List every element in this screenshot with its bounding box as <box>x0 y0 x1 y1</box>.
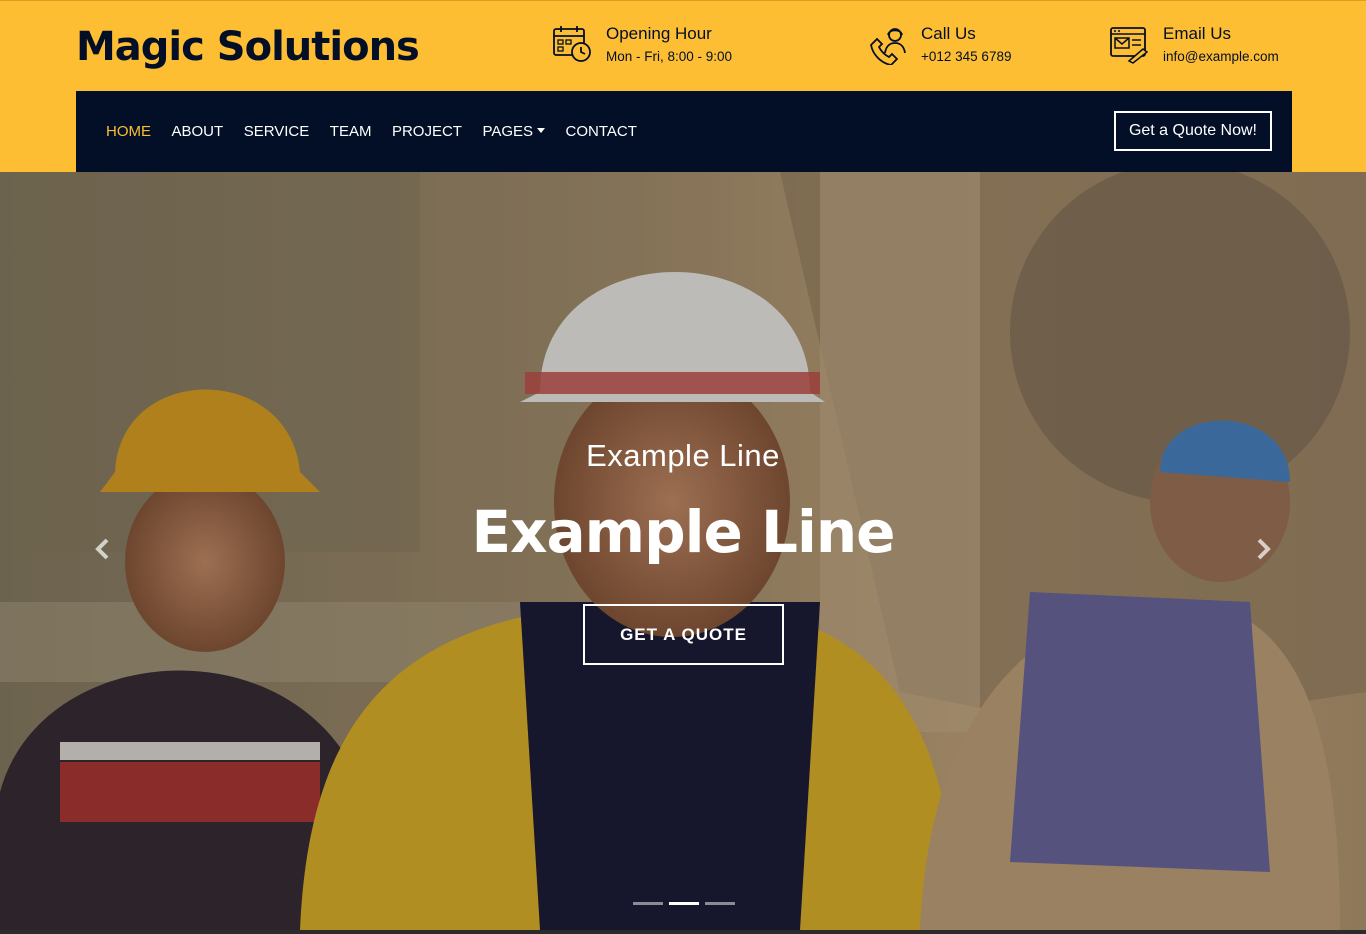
nav-item-about[interactable]: ABOUT <box>172 123 224 140</box>
nav-item-team[interactable]: TEAM <box>330 123 372 140</box>
carousel-indicators <box>633 902 741 905</box>
carousel-indicator-3[interactable] <box>705 902 735 905</box>
calendar-clock-icon <box>553 26 591 62</box>
get-quote-button[interactable]: Get a Quote Now! <box>1113 111 1272 151</box>
chevron-right-icon[interactable] <box>1248 534 1278 564</box>
carousel-indicator-2[interactable] <box>669 902 699 905</box>
nav-menu: HOME ABOUT SERVICE TEAM PROJECT PAGES CO… <box>106 91 657 172</box>
get-a-quote-button[interactable]: GET A QUOTE <box>583 604 784 665</box>
nav-item-home[interactable]: HOME <box>106 123 151 140</box>
hero-title: Example Line <box>471 498 896 566</box>
email-us-title: Email Us <box>1163 24 1232 43</box>
opening-hour-title: Opening Hour <box>606 24 712 43</box>
email-window-icon <box>1110 27 1149 64</box>
opening-hour-value: Mon - Fri, 8:00 - 9:00 <box>606 49 733 64</box>
caret-down-icon <box>537 128 546 133</box>
call-us-info: Call Us +012 345 6789 <box>867 23 1011 71</box>
hero-subtitle: Example Line <box>586 438 780 473</box>
nav-item-project[interactable]: PROJECT <box>392 123 462 140</box>
nav-item-pages-dropdown[interactable]: PAGES <box>482 123 546 140</box>
carousel-indicator-1[interactable] <box>633 902 663 905</box>
hero-carousel: Example Line Example Line GET A QUOTE <box>0 172 1366 930</box>
email-us-info: Email Us info@example.com <box>1109 23 1279 71</box>
main-navbar: HOME ABOUT SERVICE TEAM PROJECT PAGES CO… <box>76 91 1292 172</box>
nav-item-pages-label: PAGES <box>482 123 534 140</box>
call-us-title: Call Us <box>921 24 976 43</box>
email-us-value[interactable]: info@example.com <box>1163 45 1279 69</box>
call-us-value[interactable]: +012 345 6789 <box>921 45 1011 69</box>
page-bottom-edge <box>0 930 1366 934</box>
opening-hour-info: Opening Hour Mon - Fri, 8:00 - 9:00 <box>552 23 732 71</box>
phone-support-icon <box>870 28 906 65</box>
brand-logo[interactable]: Magic Solutions <box>76 19 420 75</box>
nav-item-contact[interactable]: CONTACT <box>566 123 637 140</box>
chevron-left-icon[interactable] <box>88 534 118 564</box>
nav-item-service[interactable]: SERVICE <box>244 123 310 140</box>
